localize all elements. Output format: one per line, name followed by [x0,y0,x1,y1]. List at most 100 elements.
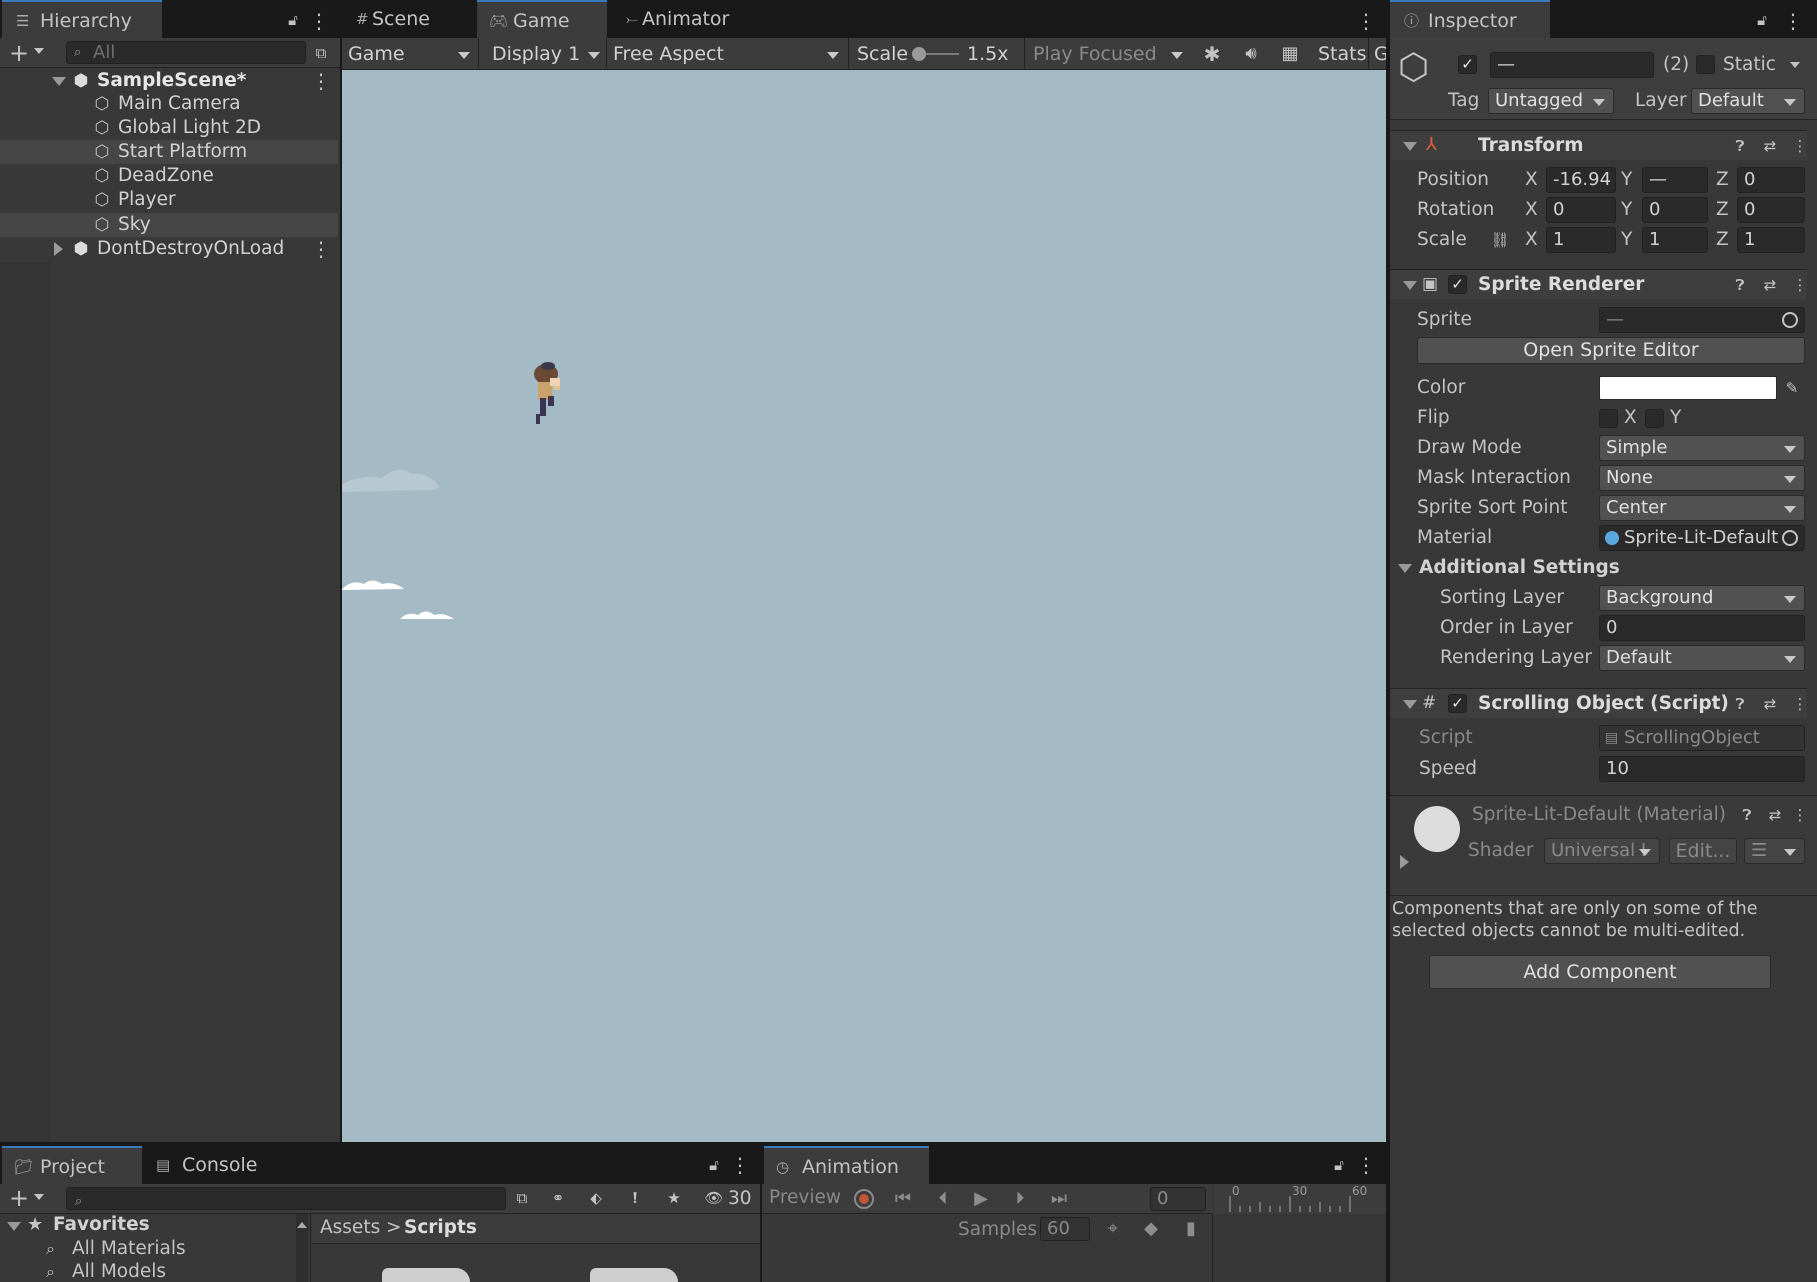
tab-hierarchy[interactable]: ☰ Hierarchy [2,0,162,38]
favorite-item[interactable]: All Models [72,1259,166,1282]
dontdestroy-row[interactable]: ⬢ DontDestroyOnLoad ⋮ [0,237,338,261]
scale-z-field[interactable]: 1 [1737,227,1805,253]
search-mode-icon[interactable]: ⧉ [512,1188,532,1208]
position-y-field[interactable]: — [1642,167,1708,193]
help-icon[interactable]: ❓︎ [1737,805,1757,825]
eyedropper-icon[interactable]: ✎ [1782,378,1802,398]
rendering-layer-dropdown[interactable]: Default [1599,645,1805,671]
chevron-down-icon[interactable] [34,48,44,54]
tag-dropdown[interactable]: Untagged [1488,88,1614,114]
mask-interaction-dropdown[interactable]: None [1599,465,1805,491]
prev-key-icon[interactable]: ⏴ [928,1183,958,1215]
add-event-icon[interactable]: ▮ [1176,1213,1206,1245]
sprite-field[interactable]: — [1599,307,1805,333]
order-in-layer-field[interactable]: 0 [1599,615,1805,641]
tab-inspector[interactable]: ⓘ Inspector [1390,0,1550,38]
list-item-selected[interactable]: ⬡ Sky [0,213,338,237]
tab-scene[interactable]: # Scene [342,0,472,38]
foldout-icon[interactable] [7,1222,21,1231]
object-picker-icon[interactable] [1782,312,1798,328]
rotation-y-field[interactable]: 0 [1642,197,1708,223]
flip-x-checkbox[interactable] [1599,409,1618,428]
material-options-dropdown[interactable]: ☰ [1744,838,1805,864]
key-filter-icon[interactable]: ⌖ [1098,1213,1128,1245]
game-mode-dropdown[interactable]: Game [342,38,476,70]
warning-icon[interactable]: ❗︎ [625,1188,645,1208]
component-menu-icon[interactable]: ⋮ [1790,805,1810,825]
last-key-icon[interactable]: ⏭ [1044,1183,1074,1215]
search-mode-icon[interactable]: ⧉ [311,43,331,63]
hierarchy-search-input[interactable]: ⌕ All [66,41,306,64]
layer-dropdown[interactable]: Default [1691,88,1805,114]
scene-menu-icon[interactable]: ⋮ [311,68,331,94]
script-asset-icon[interactable] [382,1268,470,1282]
position-x-field[interactable]: -16.94 [1546,167,1616,193]
samples-field[interactable]: 60 [1040,1217,1090,1241]
lock-icon[interactable]: 🔓︎ [1330,1154,1348,1176]
animation-timeline[interactable] [1213,1214,1386,1282]
foldout-collapsed-icon[interactable] [54,242,63,256]
scrolling-object-header[interactable]: # ✓ Scrolling Object (Script) ❓︎ ⇄ ⋮ [1390,688,1810,718]
chevron-down-icon[interactable] [34,1194,44,1200]
game-view[interactable] [342,70,1386,1142]
static-checkbox[interactable] [1696,55,1715,74]
foldout-icon[interactable] [1398,564,1412,573]
list-item-selected[interactable]: ⬡ Start Platform [0,140,338,164]
center-menu-icon[interactable]: ⋮ [1356,8,1376,34]
gizmos-button[interactable]: G [1374,38,1386,70]
foldout-icon[interactable] [1403,142,1417,151]
scale-y-field[interactable]: 1 [1642,227,1708,253]
star-icon[interactable]: ★ [664,1188,684,1208]
component-menu-icon[interactable]: ⋮ [1790,136,1810,156]
scroll-up-icon[interactable] [297,1222,307,1228]
component-menu-icon[interactable]: ⋮ [1790,275,1810,295]
hierarchy-menu-icon[interactable]: ⋮ [309,8,329,34]
scene-row[interactable]: ⬢ SampleScene* ⋮ [0,69,338,93]
tag-icon[interactable]: ⬖ [586,1188,606,1208]
enabled-checkbox[interactable]: ✓ [1448,275,1467,294]
script-asset-icon[interactable] [590,1268,678,1282]
foldout-icon[interactable] [52,77,66,86]
bug-icon[interactable]: ✱ [1202,44,1222,64]
help-icon[interactable]: ❓︎ [1730,694,1750,714]
lock-icon[interactable]: 🔓︎ [1753,9,1771,31]
name-field[interactable]: — [1490,52,1654,78]
help-icon[interactable]: ❓︎ [1730,275,1750,295]
breadcrumb-scripts[interactable]: Scripts [404,1215,477,1241]
project-search-input[interactable]: ⌕ [66,1187,506,1210]
list-item[interactable]: ⬡ Player [0,188,338,212]
shader-dropdown[interactable]: Universal I [1544,838,1660,864]
rotation-x-field[interactable]: 0 [1546,197,1616,223]
favorites-label[interactable]: Favorites [53,1212,150,1238]
enabled-checkbox[interactable]: ✓ [1448,694,1467,713]
draw-mode-dropdown[interactable]: Simple [1599,435,1805,461]
transform-header[interactable]: ⅄ Transform ❓︎ ⇄ ⋮ [1390,130,1810,160]
help-icon[interactable]: ❓︎ [1730,136,1750,156]
list-item[interactable]: ⬡ DeadZone [0,164,338,188]
additional-settings-label[interactable]: Additional Settings [1419,555,1620,581]
play-focused-dropdown[interactable]: Play Focused [1027,38,1189,70]
inspector-menu-icon[interactable]: ⋮ [1783,8,1803,34]
component-menu-icon[interactable]: ⋮ [1790,694,1810,714]
sprite-sort-point-dropdown[interactable]: Center [1599,495,1805,521]
stats-button[interactable]: Stats [1318,38,1367,70]
speed-field[interactable]: 10 [1599,756,1805,782]
tab-game[interactable]: 🎮︎ Game [477,0,607,38]
first-key-icon[interactable]: ⏮ [888,1183,918,1215]
breadcrumb-assets[interactable]: Assets [320,1215,380,1241]
link-icon[interactable]: ⛓︎ [1490,230,1510,250]
eye-icon[interactable]: 👁︎ [704,1188,724,1208]
tab-animation[interactable]: ◷ Animation [764,1146,929,1184]
sorting-layer-dropdown[interactable]: Background [1599,585,1805,611]
play-icon[interactable]: ▶ [966,1183,996,1215]
preview-button[interactable]: Preview [769,1185,841,1211]
grid-icon[interactable]: ▦ [1280,44,1300,64]
foldout-icon[interactable] [1403,700,1417,709]
add-component-button[interactable]: Add Component [1429,955,1771,989]
timeline-ruler[interactable]: 0 30 60 [1214,1184,1386,1214]
color-swatch[interactable] [1599,376,1777,400]
dontdestroy-menu-icon[interactable]: ⋮ [311,236,331,262]
sprite-renderer-header[interactable]: ▣ ✓ Sprite Renderer ❓︎ ⇄ ⋮ [1390,269,1810,299]
lock-icon[interactable]: 🔓︎ [284,9,302,31]
display-dropdown[interactable]: Display 1 [486,38,606,70]
